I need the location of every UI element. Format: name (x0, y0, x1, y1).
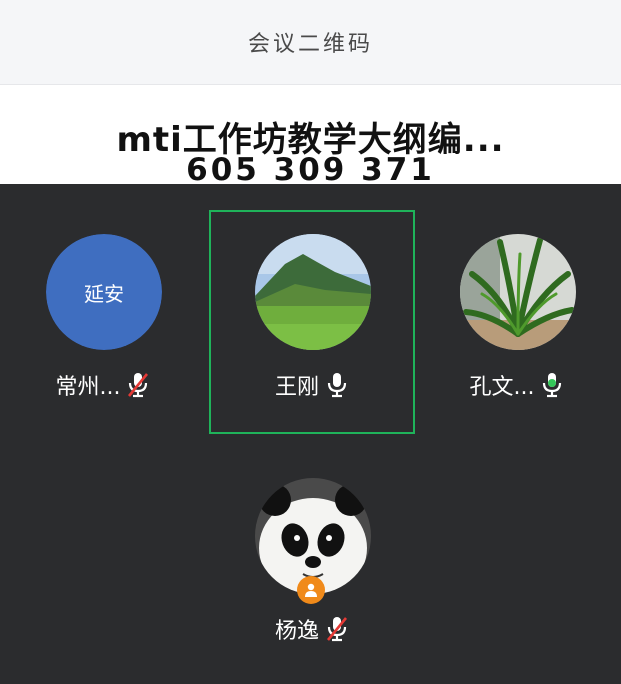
host-badge (297, 576, 325, 604)
avatar-initials: 延安 (46, 234, 162, 350)
participant-tile[interactable]: 延安 常州... (0, 210, 206, 434)
avatar: 延安 (46, 234, 162, 350)
avatar (255, 234, 371, 350)
meeting-id: 605 309 371 (186, 152, 435, 188)
participant-tile[interactable]: 孔文... (414, 210, 620, 434)
host-person-icon (305, 583, 317, 597)
palm-plant-icon (460, 234, 576, 350)
mic-on-icon (327, 373, 347, 398)
participant-name: 孔文... (469, 375, 535, 400)
header-bar: 会议二维码 (0, 0, 621, 85)
participant-name: 杨逸 (274, 619, 319, 644)
participant-tile-active[interactable]: 王刚 (209, 210, 415, 434)
mic-muted-icon (128, 373, 149, 398)
participant-name: 常州... (55, 375, 121, 400)
mic-muted-icon (326, 617, 348, 642)
avatar (460, 234, 576, 350)
mic-speaking-icon (543, 373, 562, 398)
participant-tile[interactable]: 杨逸 (209, 454, 415, 678)
participant-grid: 延安 常州... 王刚 孔文... 杨逸 (0, 184, 621, 684)
page-title: 会议二维码 (247, 32, 373, 57)
mountain-landscape-icon (255, 234, 371, 350)
participant-name: 王刚 (274, 375, 319, 400)
